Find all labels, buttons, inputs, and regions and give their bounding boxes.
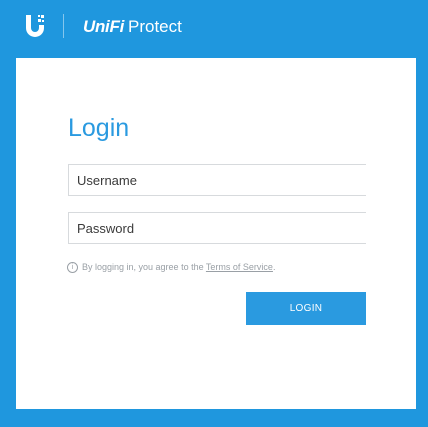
login-button[interactable]: LOGIN (246, 292, 366, 325)
password-input[interactable] (69, 213, 366, 243)
username-input[interactable] (69, 165, 366, 195)
header-divider (63, 14, 64, 38)
brand-prefix: UniFi (83, 17, 124, 36)
username-field[interactable] (68, 164, 366, 196)
login-card: Login i By logging in, you agree to the T… (16, 58, 416, 409)
brand-name: UniFi Protect (83, 16, 182, 38)
login-title: Login (68, 114, 130, 142)
terms-notice-text: By logging in, you agree to the (82, 262, 206, 272)
brand-suffix: Protect (128, 17, 182, 36)
ubiquiti-u-icon (26, 15, 44, 37)
terms-of-service-link[interactable]: Terms of Service (206, 262, 273, 272)
info-icon: i (67, 262, 78, 274)
top-bar: UniFi Protect (0, 0, 428, 58)
terms-notice: i By logging in, you agree to the Terms o… (67, 260, 367, 274)
terms-notice-suffix: . (272, 262, 276, 272)
password-field[interactable] (68, 212, 366, 244)
